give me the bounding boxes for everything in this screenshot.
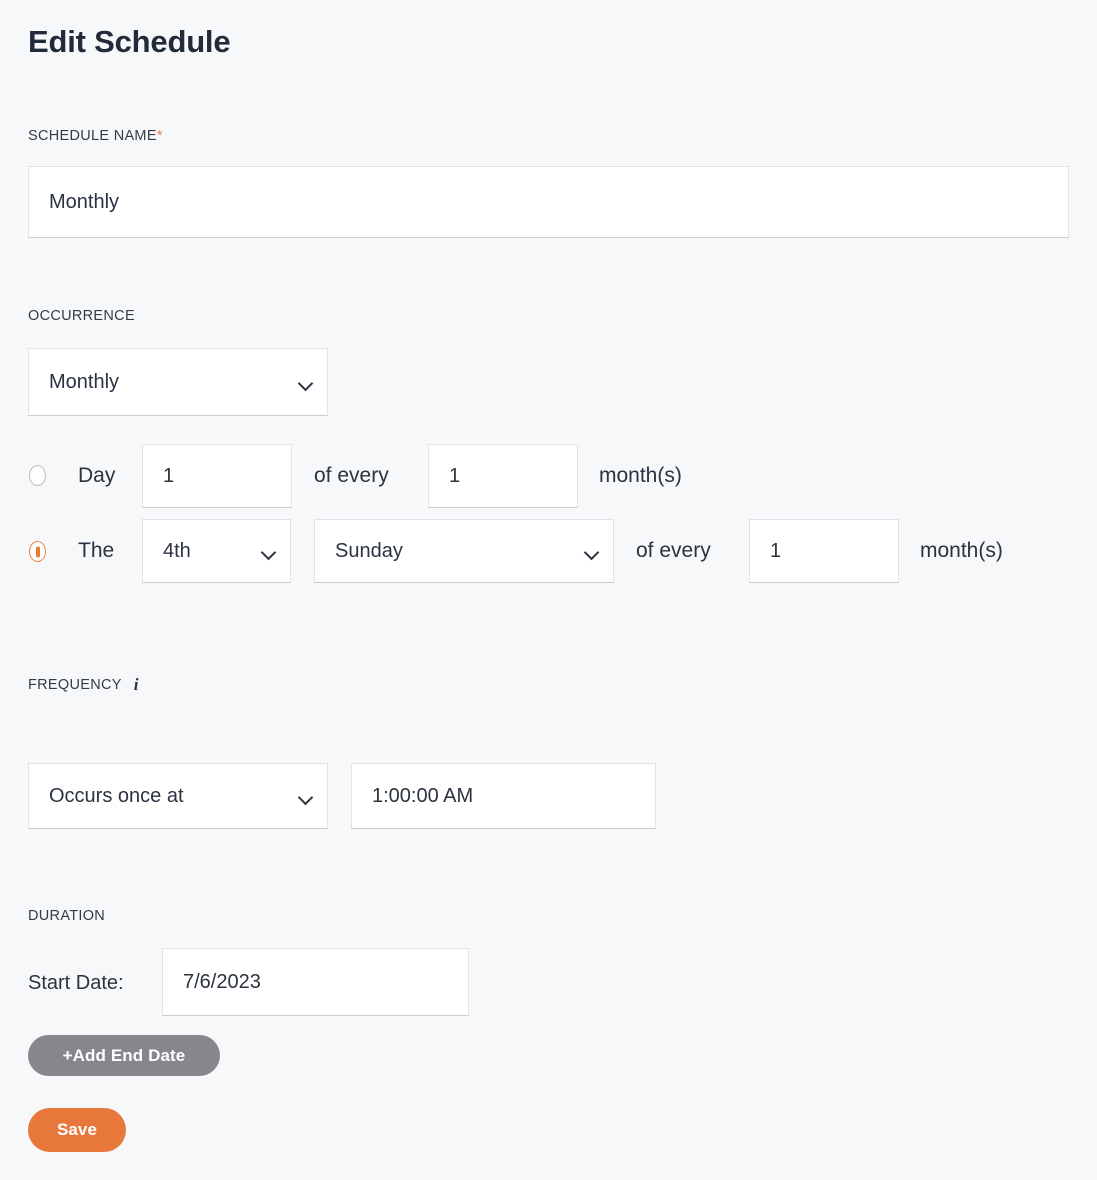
day-row-suffix-label: month(s) (599, 464, 682, 487)
edit-schedule-page: Edit Schedule SCHEDULE NAME* OCCURRENCE … (0, 0, 1097, 1180)
page-title: Edit Schedule (28, 24, 231, 59)
frequency-select-value: Occurs once at (49, 784, 184, 807)
day-row-month-interval-input[interactable] (428, 444, 578, 508)
frequency-label-text: FREQUENCY (28, 677, 122, 693)
required-asterisk-icon: * (156, 127, 163, 144)
ordinal-select[interactable]: 4th (142, 519, 291, 583)
frequency-time-input[interactable] (351, 763, 656, 829)
radio-the-nth-weekday[interactable] (29, 541, 46, 562)
the-row-of-every-label: of every (636, 539, 711, 562)
add-end-date-button[interactable]: +Add End Date (28, 1035, 220, 1076)
schedule-name-label: SCHEDULE NAME* (28, 127, 163, 145)
weekday-select[interactable]: Sunday (314, 519, 614, 583)
frequency-select[interactable]: Occurs once at (28, 763, 328, 829)
occurrence-select[interactable]: Monthly (28, 348, 328, 416)
the-row-suffix-label: month(s) (920, 539, 1003, 562)
day-row-prefix-label: Day (78, 464, 116, 487)
day-of-month-input[interactable] (142, 444, 292, 508)
start-date-label: Start Date: (28, 972, 124, 994)
ordinal-select-value: 4th (163, 539, 191, 562)
schedule-name-label-text: SCHEDULE NAME (28, 128, 157, 144)
the-row-prefix-label: The (78, 539, 115, 562)
start-date-input[interactable] (162, 948, 469, 1016)
info-icon[interactable]: i (134, 676, 139, 694)
chevron-down-icon (585, 547, 599, 556)
chevron-down-icon (299, 792, 313, 801)
chevron-down-icon (299, 378, 313, 387)
schedule-name-input[interactable] (28, 166, 1069, 238)
chevron-down-icon (262, 547, 276, 556)
occurrence-select-value: Monthly (49, 370, 120, 393)
the-row-month-interval-input[interactable] (749, 519, 899, 583)
weekday-select-value: Sunday (335, 539, 403, 562)
save-button[interactable]: Save (28, 1108, 126, 1152)
day-row-of-every-label: of every (314, 464, 389, 487)
frequency-label: FREQUENCY i (28, 676, 139, 694)
occurrence-label: OCCURRENCE (28, 308, 135, 324)
radio-day-of-month[interactable] (29, 465, 46, 486)
duration-label: DURATION (28, 908, 106, 924)
